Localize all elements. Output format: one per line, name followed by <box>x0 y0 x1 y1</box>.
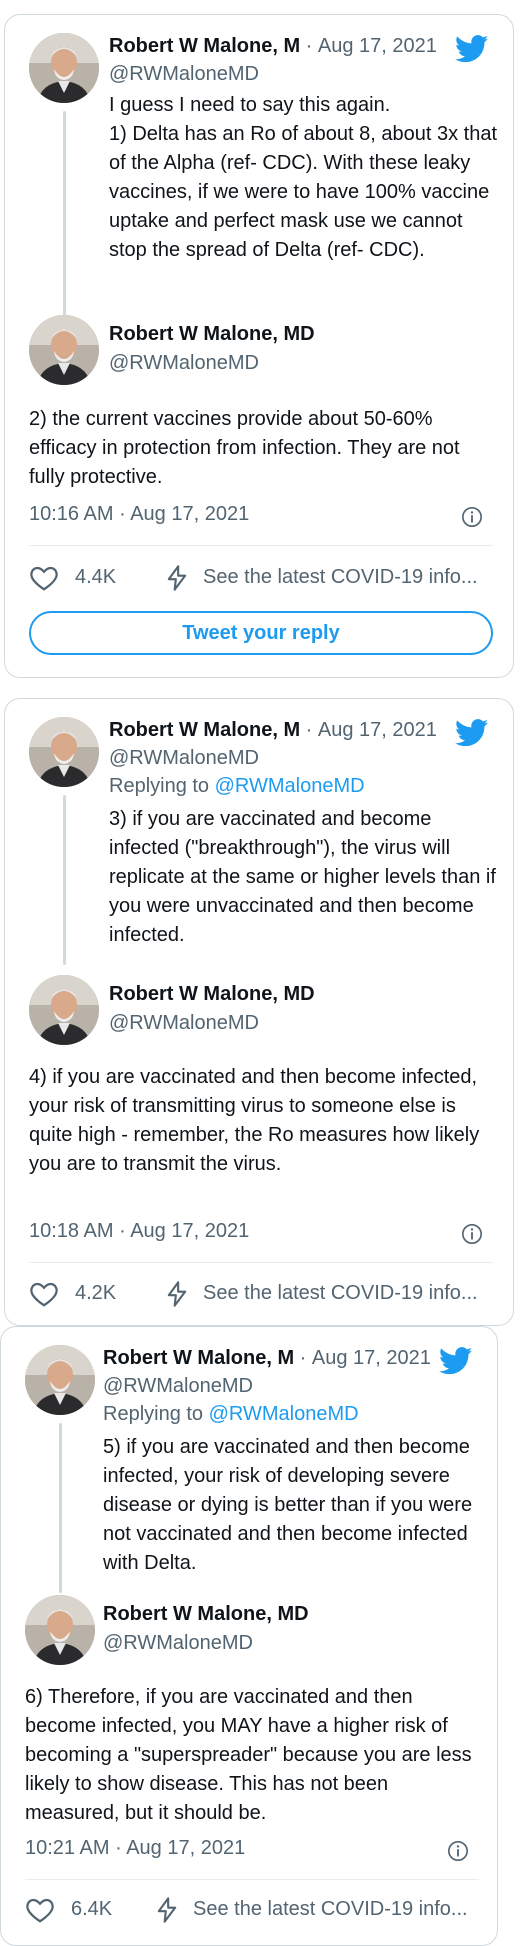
avatar-portrait <box>29 717 99 787</box>
tweet-date: Aug 17, 2021 <box>126 1837 246 1859</box>
avatar-portrait <box>29 975 99 1045</box>
tweet-time: 10:18 AM <box>29 1220 114 1242</box>
tweet-text: 5) if you are vaccinated and then become… <box>103 1436 473 1574</box>
twitter-bird-icon <box>455 35 489 63</box>
author-handle[interactable]: @RWMaloneMD <box>103 1375 253 1398</box>
tweet-your-reply-button[interactable]: Tweet your reply <box>29 611 493 655</box>
timestamp-row[interactable]: 10:16 AM · Aug 17, 2021 <box>29 503 249 526</box>
author-handle[interactable]: @RWMaloneMD <box>109 63 259 86</box>
tweet-date[interactable]: Aug 17, 2021 <box>318 35 437 57</box>
author-name[interactable]: Robert W Malone, MD <box>109 323 315 346</box>
twitter-bird-icon <box>455 719 489 747</box>
tweet-text: 4) if you are vaccinated and then become… <box>29 1066 480 1175</box>
divider <box>25 1879 479 1880</box>
replying-to-link[interactable]: @RWMaloneMD <box>209 1403 359 1425</box>
avatar-portrait <box>25 1345 95 1415</box>
replying-to: Replying to @RWMaloneMD <box>103 1403 359 1425</box>
tweet-card-2: Robert W Malone, M · Aug 17, 2021 @RWMal… <box>4 698 514 1326</box>
divider <box>29 1262 493 1263</box>
heart-icon[interactable] <box>29 563 59 593</box>
timestamp-row[interactable]: 10:21 AM · Aug 17, 2021 <box>25 1837 245 1860</box>
tweet-text: 3) if you are vaccinated and become infe… <box>109 808 496 946</box>
info-circle-icon[interactable] <box>447 1840 469 1862</box>
avatar[interactable] <box>29 33 99 103</box>
tweet-date[interactable]: Aug 17, 2021 <box>318 719 437 741</box>
divider <box>29 545 493 546</box>
tweet-date: Aug 17, 2021 <box>130 503 250 525</box>
lightning-bolt-icon <box>167 565 187 591</box>
covid-info-link[interactable]: See the latest COVID-19 info... <box>193 1898 468 1921</box>
lightning-bolt-icon <box>167 1281 187 1307</box>
tweet-card-1: Robert W Malone, M · Aug 17, 2021 @RWMal… <box>4 14 514 678</box>
thread-line <box>59 1423 62 1593</box>
heart-icon[interactable] <box>25 1895 55 1925</box>
avatar-portrait <box>25 1595 95 1665</box>
timestamp-row[interactable]: 10:18 AM · Aug 17, 2021 <box>29 1220 249 1243</box>
author-handle[interactable]: @RWMaloneMD <box>109 352 259 375</box>
tweet-date: Aug 17, 2021 <box>130 1220 250 1242</box>
author-name[interactable]: Robert W Malone, MD <box>103 1603 309 1626</box>
heart-icon[interactable] <box>29 1279 59 1309</box>
avatar[interactable] <box>29 717 99 787</box>
covid-info-link[interactable]: See the latest COVID-19 info... <box>203 566 478 589</box>
twitter-bird-icon <box>439 1347 473 1375</box>
author-name[interactable]: Robert W Malone, MD <box>109 983 315 1006</box>
tweet-time: 10:16 AM <box>29 503 114 525</box>
time-separator: · <box>119 1220 126 1242</box>
time-separator: · <box>119 503 126 525</box>
tweet-text: I guess I need to say this again. 1) Del… <box>109 94 498 261</box>
tweet-card-3: Robert W Malone, M · Aug 17, 2021 @RWMal… <box>0 1326 498 1946</box>
lightning-bolt-icon <box>157 1897 177 1923</box>
tweet-date[interactable]: Aug 17, 2021 <box>312 1347 431 1369</box>
tweet-time: 10:21 AM <box>25 1837 110 1859</box>
author-name[interactable]: Robert W Malone, M · Aug 17, 2021 <box>109 719 437 742</box>
author-name[interactable]: Robert W Malone, M · Aug 17, 2021 <box>109 35 437 58</box>
replying-to: Replying to @RWMaloneMD <box>109 775 365 797</box>
thread-line <box>63 111 66 323</box>
avatar-portrait <box>29 315 99 385</box>
author-name[interactable]: Robert W Malone, M · Aug 17, 2021 <box>103 1347 431 1370</box>
tweet-text: 6) Therefore, if you are vaccinated and … <box>25 1686 472 1824</box>
covid-info-link[interactable]: See the latest COVID-19 info... <box>203 1282 478 1305</box>
tweet-text: 2) the current vaccines provide about 50… <box>29 408 460 488</box>
author-handle[interactable]: @RWMaloneMD <box>109 747 259 770</box>
like-count: 4.2K <box>75 1282 117 1304</box>
date-separator: · <box>299 1347 307 1369</box>
avatar[interactable] <box>29 315 99 385</box>
like-count: 4.4K <box>75 566 117 588</box>
info-circle-icon[interactable] <box>461 506 483 528</box>
date-separator: · <box>305 35 313 57</box>
avatar-portrait <box>29 33 99 103</box>
replying-to-link[interactable]: @RWMaloneMD <box>215 775 365 797</box>
like-count: 6.4K <box>71 1898 113 1920</box>
thread-line <box>63 795 66 965</box>
author-handle[interactable]: @RWMaloneMD <box>103 1632 253 1655</box>
avatar[interactable] <box>29 975 99 1045</box>
avatar[interactable] <box>25 1345 95 1415</box>
info-circle-icon[interactable] <box>461 1223 483 1245</box>
avatar[interactable] <box>25 1595 95 1665</box>
date-separator: · <box>305 719 313 741</box>
author-handle[interactable]: @RWMaloneMD <box>109 1012 259 1035</box>
time-separator: · <box>115 1837 122 1859</box>
